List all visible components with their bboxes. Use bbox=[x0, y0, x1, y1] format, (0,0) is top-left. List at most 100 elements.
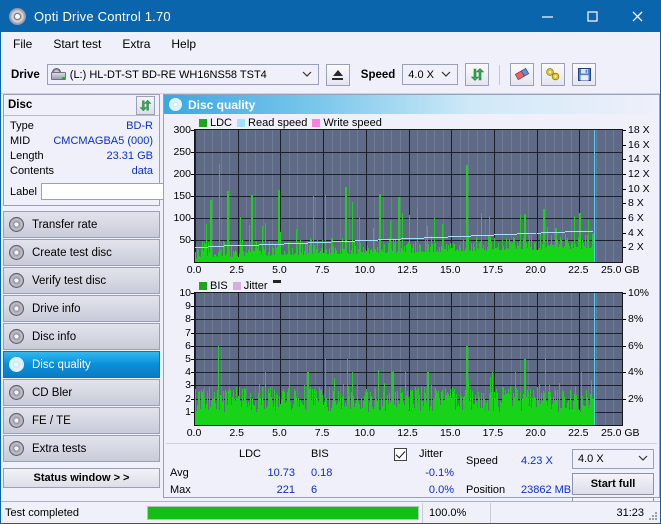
speed-select[interactable]: 4.0 X bbox=[402, 64, 459, 85]
refresh-button[interactable] bbox=[465, 63, 490, 86]
sidebar-item-extra-tests[interactable]: Extra tests bbox=[3, 435, 160, 462]
tools-button[interactable] bbox=[541, 63, 566, 86]
chevron-down-icon bbox=[302, 69, 312, 81]
y2-tick bbox=[623, 293, 626, 294]
refresh-icon bbox=[470, 68, 485, 81]
menu-item-extra[interactable]: Extra bbox=[120, 35, 152, 53]
disc-icon bbox=[9, 441, 24, 456]
x-tick-label: 15.0 bbox=[439, 427, 461, 439]
sidebar-item-transfer-rate[interactable]: Transfer rate bbox=[3, 211, 160, 238]
x-tick-label: 10.0 bbox=[354, 427, 376, 439]
read-speed-line bbox=[493, 235, 495, 236]
legend-swatch-bis bbox=[199, 281, 207, 290]
y2-tick-label: 6% bbox=[628, 339, 644, 352]
legend-label-bis: BIS bbox=[210, 279, 228, 292]
y2-tick bbox=[623, 130, 626, 131]
legend-item-bis: BIS bbox=[199, 280, 228, 292]
legend-item-read-speed: Read speed bbox=[237, 117, 307, 129]
maximize-button[interactable] bbox=[570, 1, 615, 32]
disc-icon bbox=[9, 273, 24, 288]
sidebar-item-fe-te[interactable]: FE / TE bbox=[3, 407, 160, 434]
sidebar-item-verify-test-disc[interactable]: Verify test disc bbox=[3, 267, 160, 294]
page-title: Disc quality bbox=[188, 97, 256, 112]
y2-tick bbox=[623, 372, 626, 374]
jitter-label: Jitter bbox=[419, 448, 443, 460]
end-of-data-marker bbox=[594, 130, 595, 262]
disc-row-length-key: Length bbox=[10, 150, 44, 162]
read-speed-line bbox=[399, 239, 401, 240]
legend-label-jitter: Jitter bbox=[243, 279, 268, 292]
erase-button[interactable] bbox=[510, 63, 535, 86]
elapsed-time: 31:23 bbox=[490, 502, 660, 523]
read-speed-line bbox=[563, 232, 565, 233]
disc-icon bbox=[9, 385, 24, 400]
stats-header-ldc: LDC bbox=[239, 448, 262, 460]
left-panel: Disc Type BD-R MID CMCMAGBA5 (000) Lengt… bbox=[3, 94, 247, 488]
chart-area: LDC Read speed Write speed 50 100 150 200 25… bbox=[164, 114, 659, 519]
menu-item-help[interactable]: Help bbox=[169, 35, 198, 53]
y2-tick-label: 18 X bbox=[628, 124, 650, 136]
disc-icon bbox=[9, 329, 24, 344]
drive-select-value: (L:) HL-DT-ST BD-RE WH16NS58 TST4 bbox=[69, 68, 267, 81]
save-icon bbox=[577, 68, 591, 81]
sidebar-item-disc-info[interactable]: Disc info bbox=[3, 323, 160, 350]
drive-toolbar: Drive (L:) HL-DT-ST BD-RE WH16NS58 TST4 … bbox=[1, 56, 660, 94]
resize-grip-icon[interactable] bbox=[647, 510, 657, 520]
sidebar-item-disc-quality[interactable]: Disc quality bbox=[3, 351, 160, 378]
disc-row-length: Length 23.31 GB bbox=[10, 149, 153, 164]
y2-tick bbox=[623, 188, 626, 190]
stats-speed-label: Speed bbox=[466, 455, 498, 467]
test-speed-value: 4.0 X bbox=[578, 453, 604, 465]
sidebar-item-label: Disc info bbox=[32, 330, 77, 343]
start-full-button[interactable]: Start full bbox=[572, 473, 654, 495]
status-message: Test completed bbox=[5, 506, 79, 519]
main-panel-header: Disc quality bbox=[164, 95, 659, 114]
y-tick-label: 300 bbox=[173, 124, 191, 136]
read-speed-line bbox=[376, 240, 378, 241]
tools-icon bbox=[546, 68, 560, 81]
progress-percent: 100.0% bbox=[422, 502, 490, 523]
y2-tick bbox=[623, 345, 626, 347]
disc-refresh-button[interactable] bbox=[136, 95, 155, 115]
read-speed-line bbox=[447, 237, 449, 238]
read-speed-line bbox=[470, 236, 472, 237]
sidebar-item-label: Create test disc bbox=[32, 246, 112, 259]
y2-tick-label: 14 X bbox=[628, 153, 650, 166]
sidebar-item-drive-info[interactable]: Drive info bbox=[3, 295, 160, 322]
status-window-button[interactable]: Status window > > bbox=[3, 468, 160, 488]
legend-swatch-write-speed bbox=[312, 118, 321, 127]
read-speed-line bbox=[591, 231, 593, 232]
y2-tick-label: 8 X bbox=[628, 197, 644, 210]
sidebar-item-create-test-disc[interactable]: Create test disc bbox=[3, 239, 160, 266]
save-button[interactable] bbox=[572, 63, 597, 86]
drive-select[interactable]: (L:) HL-DT-ST BD-RE WH16NS58 TST4 bbox=[46, 64, 319, 85]
chart-bars bbox=[195, 293, 622, 425]
test-speed-select[interactable]: 4.0 X bbox=[572, 449, 654, 469]
disc-label-key: Label bbox=[10, 185, 37, 198]
sidebar-item-label: Verify test disc bbox=[32, 274, 107, 287]
legend-label-read-speed: Read speed bbox=[248, 116, 308, 129]
main-panel: Disc quality LDC Read speed Write speed bbox=[163, 94, 660, 519]
chart1-y2-axis: 2 X 4 X 6 X 8 X 10 X 12 X 14 X 16 X 18 X bbox=[623, 124, 655, 261]
x-tick-label: 12.5 bbox=[397, 427, 418, 439]
chart1-y-axis: 50 100 150 200 250 300 bbox=[166, 124, 194, 261]
window-controls bbox=[525, 1, 660, 32]
jitter-checkbox[interactable] bbox=[394, 448, 407, 461]
sidebar-item-cd-bler[interactable]: CD Bler bbox=[3, 379, 160, 406]
minimize-button[interactable] bbox=[525, 1, 570, 32]
status-bar: Test completed 100.0% 31:23 bbox=[1, 501, 660, 523]
disc-icon bbox=[9, 413, 24, 428]
stats-header-bis: BIS bbox=[311, 448, 329, 460]
y2-tick bbox=[623, 319, 626, 321]
menu-item-start-test[interactable]: Start test bbox=[51, 35, 103, 53]
eject-button[interactable] bbox=[325, 63, 350, 86]
legend-item-ldc: LDC bbox=[199, 117, 232, 129]
read-speed-line bbox=[283, 244, 285, 245]
menu-item-file[interactable]: File bbox=[11, 35, 34, 53]
chevron-down-icon bbox=[638, 453, 648, 465]
close-button[interactable] bbox=[615, 1, 660, 32]
disc-row-type: Type BD-R bbox=[10, 119, 153, 134]
stats-bis-max: 6 bbox=[311, 484, 318, 496]
chart1-plot bbox=[194, 129, 623, 263]
jitter-line-marker-icon bbox=[272, 280, 281, 283]
